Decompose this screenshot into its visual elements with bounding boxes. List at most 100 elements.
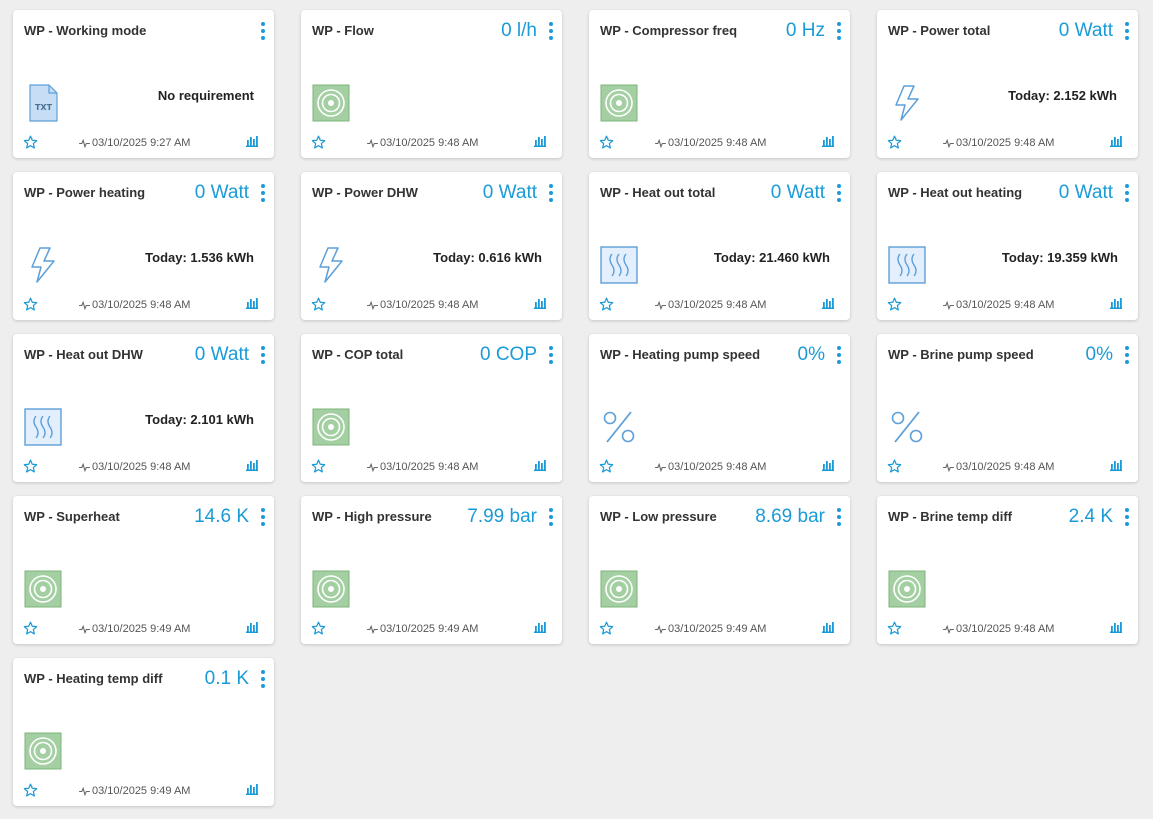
timestamp-text: 03/10/2025 9:48 AM — [380, 299, 479, 311]
activity-icon — [655, 624, 666, 634]
star-icon[interactable] — [311, 621, 326, 636]
bar-chart-icon[interactable] — [822, 297, 834, 309]
widget-title: WP - Power DHW — [312, 185, 418, 200]
bar-chart-icon[interactable] — [822, 459, 834, 471]
widget-title: WP - Power total — [888, 23, 991, 38]
activity-icon — [79, 300, 90, 310]
svg-text:TXT: TXT — [35, 103, 53, 112]
heat-icon — [888, 246, 926, 284]
star-icon[interactable] — [599, 297, 614, 312]
star-icon[interactable] — [887, 135, 902, 150]
widget-value: 0 Watt — [482, 182, 537, 203]
last-updated: 03/10/2025 9:49 AM — [79, 623, 190, 635]
bar-chart-icon[interactable] — [246, 621, 258, 633]
more-options-icon[interactable] — [834, 346, 844, 364]
widget-card: WP - Heating pump speed 0% 03/10/2025 9:… — [589, 334, 850, 482]
star-icon[interactable] — [887, 621, 902, 636]
sensor-icon — [24, 570, 62, 608]
bar-chart-icon[interactable] — [246, 459, 258, 471]
bar-chart-icon[interactable] — [534, 621, 546, 633]
more-options-icon[interactable] — [258, 508, 268, 526]
bar-chart-icon[interactable] — [822, 135, 834, 147]
bar-chart-icon[interactable] — [1110, 135, 1122, 147]
widget-value: 0% — [797, 344, 825, 365]
more-options-icon[interactable] — [258, 346, 268, 364]
more-options-icon[interactable] — [1122, 346, 1132, 364]
star-icon[interactable] — [599, 459, 614, 474]
more-options-icon[interactable] — [546, 508, 556, 526]
last-updated: 03/10/2025 9:48 AM — [367, 137, 478, 149]
widget-value: 0% — [1085, 344, 1113, 365]
widget-title: WP - Compressor freq — [600, 23, 738, 38]
widget-footer: 03/10/2025 9:48 AM — [13, 296, 274, 320]
star-icon[interactable] — [23, 135, 38, 150]
widget-value: 0 Hz — [785, 20, 825, 41]
bar-chart-icon[interactable] — [1110, 297, 1122, 309]
last-updated: 03/10/2025 9:48 AM — [367, 461, 478, 473]
timestamp-text: 03/10/2025 9:48 AM — [956, 137, 1055, 149]
star-icon[interactable] — [311, 459, 326, 474]
more-options-icon[interactable] — [258, 184, 268, 202]
widget-card: WP - Low pressure 8.69 bar 03/10/2025 9:… — [589, 496, 850, 644]
star-icon[interactable] — [23, 621, 38, 636]
bar-chart-icon[interactable] — [1110, 621, 1122, 633]
activity-icon — [655, 462, 666, 472]
widget-value: 0 Watt — [194, 182, 249, 203]
last-updated: 03/10/2025 9:48 AM — [367, 299, 478, 311]
more-options-icon[interactable] — [1122, 22, 1132, 40]
timestamp-text: 03/10/2025 9:49 AM — [668, 623, 767, 635]
more-options-icon[interactable] — [258, 670, 268, 688]
bar-chart-icon[interactable] — [534, 135, 546, 147]
star-icon[interactable] — [599, 135, 614, 150]
widget-footer: 03/10/2025 9:48 AM — [301, 134, 562, 158]
star-icon[interactable] — [311, 135, 326, 150]
star-icon[interactable] — [887, 459, 902, 474]
widget-footer: 03/10/2025 9:48 AM — [301, 458, 562, 482]
bar-chart-icon[interactable] — [246, 783, 258, 795]
star-icon[interactable] — [23, 783, 38, 798]
star-icon[interactable] — [23, 297, 38, 312]
more-options-icon[interactable] — [1122, 508, 1132, 526]
widget-card: WP - Superheat 14.6 K 03/10/2025 9:49 AM — [13, 496, 274, 644]
activity-icon — [367, 300, 378, 310]
sensor-icon — [312, 570, 350, 608]
more-options-icon[interactable] — [834, 22, 844, 40]
more-options-icon[interactable] — [546, 22, 556, 40]
star-icon[interactable] — [599, 621, 614, 636]
widget-footer: 03/10/2025 9:48 AM — [877, 458, 1138, 482]
more-options-icon[interactable] — [546, 184, 556, 202]
more-options-icon[interactable] — [834, 184, 844, 202]
star-icon[interactable] — [887, 297, 902, 312]
last-updated: 03/10/2025 9:48 AM — [79, 461, 190, 473]
timestamp-text: 03/10/2025 9:49 AM — [380, 623, 479, 635]
widget-info: Today: 0.616 kWh — [433, 250, 542, 265]
star-icon[interactable] — [311, 297, 326, 312]
bar-chart-icon[interactable] — [534, 297, 546, 309]
widget-card: WP - Working mode TXT No requirement 03/… — [13, 10, 274, 158]
bar-chart-icon[interactable] — [246, 297, 258, 309]
bar-chart-icon[interactable] — [1110, 459, 1122, 471]
star-icon[interactable] — [23, 459, 38, 474]
lightning-icon — [888, 84, 926, 122]
widget-card: WP - Brine pump speed 0% 03/10/2025 9:48… — [877, 334, 1138, 482]
activity-icon — [943, 300, 954, 310]
timestamp-text: 03/10/2025 9:48 AM — [668, 299, 767, 311]
last-updated: 03/10/2025 9:48 AM — [655, 461, 766, 473]
widget-info: Today: 2.101 kWh — [145, 412, 254, 427]
timestamp-text: 03/10/2025 9:48 AM — [92, 299, 191, 311]
bar-chart-icon[interactable] — [822, 621, 834, 633]
more-options-icon[interactable] — [546, 346, 556, 364]
bar-chart-icon[interactable] — [246, 135, 258, 147]
timestamp-text: 03/10/2025 9:49 AM — [92, 785, 191, 797]
timestamp-text: 03/10/2025 9:27 AM — [92, 137, 191, 149]
more-options-icon[interactable] — [834, 508, 844, 526]
more-options-icon[interactable] — [1122, 184, 1132, 202]
activity-icon — [79, 624, 90, 634]
percent-icon — [600, 408, 638, 446]
more-options-icon[interactable] — [258, 22, 268, 40]
timestamp-text: 03/10/2025 9:48 AM — [380, 137, 479, 149]
widget-title: WP - Heat out DHW — [24, 347, 143, 362]
bar-chart-icon[interactable] — [534, 459, 546, 471]
widget-footer: 03/10/2025 9:48 AM — [13, 458, 274, 482]
widget-card: WP - Heating temp diff 0.1 K 03/10/2025 … — [13, 658, 274, 806]
